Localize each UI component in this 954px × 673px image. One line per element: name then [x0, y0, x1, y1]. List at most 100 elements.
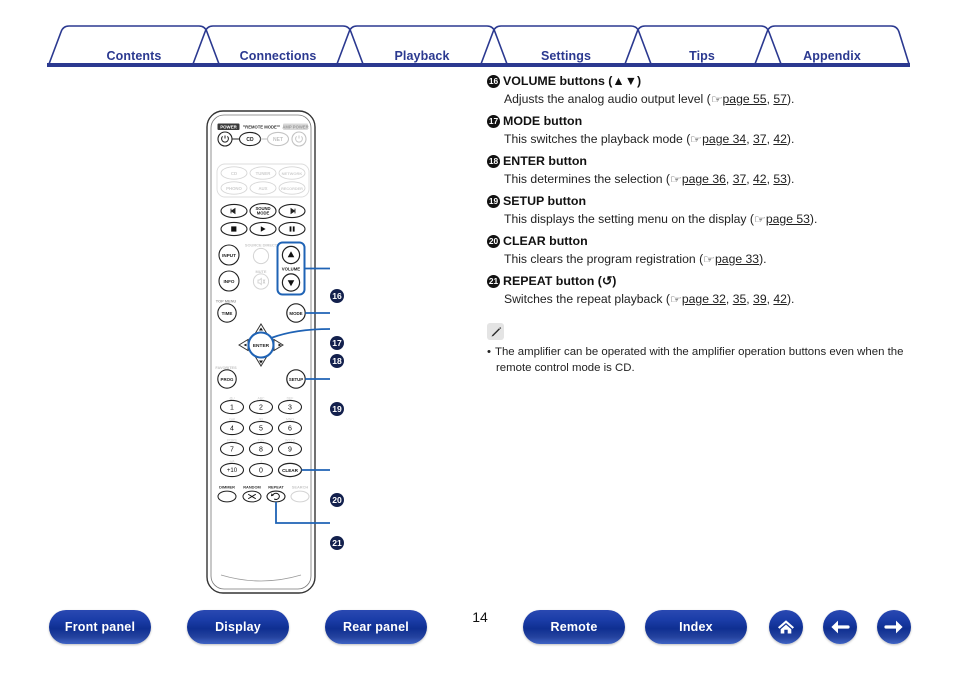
svg-text:AMP POWER: AMP POWER [282, 125, 308, 130]
svg-text:SOURCE DIRECT: SOURCE DIRECT [245, 243, 278, 248]
svg-text:POWER: POWER [220, 125, 237, 130]
svg-text:VOLUME: VOLUME [282, 267, 301, 272]
page-link[interactable]: 42 [773, 132, 787, 146]
svg-text:CD: CD [246, 137, 254, 143]
item-number: 17 [487, 115, 500, 128]
page-link[interactable]: 39 [753, 292, 767, 306]
svg-text:TIME: TIME [222, 311, 233, 316]
desc-tail: ). [786, 172, 795, 186]
svg-text:SETUP: SETUP [289, 377, 303, 382]
desc-text: Adjusts the analog audio output level ( [504, 92, 711, 106]
bottom-navigation-bar: Front panel Display Rear panel Remote In… [0, 602, 954, 654]
forward-arrow-icon[interactable] [877, 610, 911, 644]
svg-text:MUTE: MUTE [255, 269, 266, 274]
svg-text:RANDOM: RANDOM [243, 485, 261, 490]
item-title-text: ENTER button [503, 154, 587, 168]
svg-text:2: 2 [259, 404, 263, 411]
page-link[interactable]: page 33 [715, 252, 759, 266]
list-item: 20 CLEAR button This clears the program r… [487, 233, 919, 269]
note-line-1: • The amplifier can be operated with the … [487, 346, 904, 358]
page-link[interactable]: 53 [773, 172, 787, 186]
svg-text:RECORDER: RECORDER [281, 187, 303, 191]
svg-text:ENTER: ENTER [253, 343, 270, 349]
desc-tail: ). [786, 292, 795, 306]
svg-text:8: 8 [259, 446, 263, 453]
page-link[interactable]: 42 [773, 292, 787, 306]
callout-20: 20 [330, 493, 344, 507]
index-button[interactable]: Index [645, 610, 747, 644]
list-item: 19 SETUP button This displays the setting… [487, 193, 919, 229]
pointing-hand-icon: ☞ [669, 174, 683, 186]
tab-appendix[interactable]: Appendix [803, 49, 861, 63]
svg-text:SEARCH: SEARCH [292, 485, 309, 490]
page-link[interactable]: page 55 [723, 92, 767, 106]
desc-text: This clears the program registration ( [504, 252, 704, 266]
svg-text:CLEAR: CLEAR [282, 468, 299, 473]
svg-text:+10: +10 [227, 468, 238, 474]
tab-settings[interactable]: Settings [541, 49, 591, 63]
item-number: 19 [487, 195, 500, 208]
callout-21: 21 [330, 536, 344, 550]
callout-16: 16 [330, 289, 344, 303]
note-line-2: remote control mode is CD. [487, 361, 915, 377]
desc-tail: ). [759, 252, 767, 266]
list-item: 16 VOLUME buttons (▲▼) Adjusts the analog… [487, 73, 919, 109]
back-arrow-icon[interactable] [823, 610, 857, 644]
svg-text:NET: NET [273, 137, 283, 143]
tab-tips[interactable]: Tips [689, 49, 715, 63]
svg-text:CD: CD [231, 171, 237, 176]
item-title: 18 ENTER button [487, 153, 919, 170]
page-link[interactable]: 37 [733, 172, 747, 186]
tab-contents[interactable]: Contents [107, 49, 162, 63]
page-link[interactable]: 57 [773, 92, 787, 106]
svg-text:6: 6 [288, 425, 292, 432]
page-link[interactable]: page 53 [766, 212, 810, 226]
svg-text:TOP MENU: TOP MENU [216, 299, 237, 304]
pointing-hand-icon: ☞ [710, 94, 723, 106]
svg-text:AUX: AUX [258, 186, 267, 191]
item-title-text: MODE button [503, 114, 583, 128]
pointing-hand-icon: ☞ [690, 134, 703, 146]
note-text-continued: remote control mode is CD. [496, 361, 635, 374]
tab-connections[interactable]: Connections [240, 49, 317, 63]
svg-text:0: 0 [259, 467, 263, 474]
page-link[interactable]: 35 [733, 292, 747, 306]
note-text: The amplifier can be operated with the a… [495, 346, 904, 358]
page-link[interactable]: page 34 [702, 132, 746, 146]
svg-text:INPUT: INPUT [222, 253, 236, 258]
page-link[interactable]: 37 [753, 132, 767, 146]
item-title: 20 CLEAR button [487, 233, 919, 250]
item-description: Adjusts the analog audio output level (☞… [487, 91, 919, 109]
item-title-text: REPEAT button (↺) [503, 274, 617, 288]
item-description: This switches the playback mode (☞page 3… [487, 131, 919, 149]
tab-playback[interactable]: Playback [394, 49, 449, 63]
svg-text:TUNER: TUNER [256, 171, 272, 176]
remote-button[interactable]: Remote [523, 610, 625, 644]
front-panel-button[interactable]: Front panel [49, 610, 151, 644]
item-title: 21 REPEAT button (↺) [487, 273, 919, 290]
item-title-text: CLEAR button [503, 234, 588, 248]
item-number: 18 [487, 155, 500, 168]
item-number: 20 [487, 235, 500, 248]
svg-text:MODE: MODE [289, 311, 302, 316]
item-title: 16 VOLUME buttons (▲▼) [487, 73, 919, 90]
item-title: 17 MODE button [487, 113, 919, 130]
display-button[interactable]: Display [187, 610, 289, 644]
page-link[interactable]: 42 [753, 172, 767, 186]
svg-text:MODE: MODE [257, 211, 270, 216]
list-item: 21 REPEAT button (↺) Switches the repeat … [487, 273, 919, 309]
callout-17: 17 [330, 336, 344, 350]
page-link[interactable]: page 36 [682, 172, 726, 186]
home-icon[interactable] [769, 610, 803, 644]
page-link[interactable]: page 32 [682, 292, 726, 306]
rear-panel-button[interactable]: Rear panel [325, 610, 427, 644]
svg-text:7: 7 [230, 446, 234, 453]
svg-text:REMOTE MODE: REMOTE MODE [245, 124, 277, 129]
callout-19: 19 [330, 402, 344, 416]
tab-bar: Contents Connections Playback Settings T… [47, 22, 910, 67]
item-description: This determines the selection (☞page 36,… [487, 171, 919, 189]
svg-text:DIMMER: DIMMER [219, 485, 235, 490]
svg-text:PHONO: PHONO [226, 186, 242, 191]
pointing-hand-icon: ☞ [702, 254, 716, 266]
desc-tail: ). [809, 212, 818, 226]
